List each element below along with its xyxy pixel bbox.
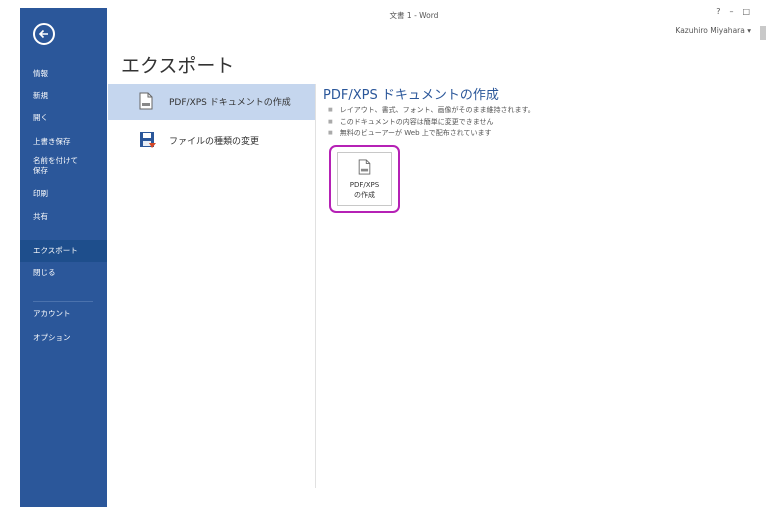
export-option-label: PDF/XPS ドキュメントの作成 bbox=[169, 98, 291, 108]
window-title: 文書 1 - Word bbox=[389, 11, 439, 20]
page-title: エクスポート bbox=[121, 55, 235, 77]
sidebar-item-account[interactable]: アカウント bbox=[20, 304, 107, 324]
sidebar-item-save[interactable]: 上書き保存 bbox=[20, 132, 107, 152]
back-arrow-icon[interactable] bbox=[33, 23, 55, 45]
sidebar-item-save-as[interactable]: 名前を付けて 保存 bbox=[20, 155, 80, 175]
sidebar-item-options[interactable]: オプション bbox=[20, 328, 107, 348]
change-file-type-icon bbox=[139, 131, 157, 153]
backstage-view bbox=[20, 8, 769, 507]
sidebar-item-close[interactable]: 閉じる bbox=[20, 263, 107, 283]
minimize-button[interactable]: – bbox=[729, 7, 742, 16]
maximize-button[interactable]: □ bbox=[742, 7, 759, 16]
create-pdf-xps-button[interactable]: PDF/XPS の作成 bbox=[329, 145, 400, 213]
feature-list: レイアウト、書式、フォント、画像がそのまま維持されます。 このドキュメントの内容… bbox=[328, 105, 535, 140]
user-flag-icon bbox=[760, 26, 766, 40]
panel-title: PDF/XPS ドキュメントの作成 bbox=[323, 88, 499, 103]
list-item: レイアウト、書式、フォント、画像がそのまま維持されます。 bbox=[328, 105, 535, 117]
create-button-label: PDF/XPS bbox=[349, 181, 380, 189]
list-item: 無料のビューアーが Web 上で配布されています bbox=[328, 128, 535, 140]
sidebar-item-print[interactable]: 印刷 bbox=[20, 184, 107, 204]
list-item: このドキュメントの内容は簡単に変更できません bbox=[328, 117, 535, 129]
export-option-change-file-type[interactable]: ファイルの種類の変更 bbox=[108, 123, 315, 159]
sidebar-divider bbox=[33, 301, 93, 302]
sidebar-item-share[interactable]: 共有 bbox=[20, 207, 107, 227]
window-controls: ?–□ bbox=[716, 7, 759, 16]
create-pdf-xps-tile[interactable]: PDF/XPS の作成 bbox=[337, 152, 392, 206]
panel-divider bbox=[315, 84, 316, 488]
export-option-pdf-xps[interactable]: PDF/XPS ドキュメントの作成 bbox=[108, 84, 315, 120]
sidebar-item-info[interactable]: 情報 bbox=[20, 64, 107, 84]
export-option-label: ファイルの種類の変更 bbox=[169, 137, 260, 147]
sidebar-item-new[interactable]: 新規 bbox=[20, 86, 107, 106]
backstage-sidebar: 情報 新規 開く 上書き保存 名前を付けて 保存 印刷 共有 エクスポート 閉じ… bbox=[20, 8, 107, 507]
sidebar-item-open[interactable]: 開く bbox=[20, 108, 107, 128]
help-button[interactable]: ? bbox=[716, 7, 729, 16]
user-account-menu[interactable]: Kazuhiro Miyahara ▾ bbox=[675, 26, 751, 35]
pdf-document-icon bbox=[358, 159, 371, 179]
pdf-document-icon bbox=[139, 92, 153, 114]
create-button-label: の作成 bbox=[354, 191, 375, 199]
sidebar-item-export[interactable]: エクスポート bbox=[20, 240, 107, 262]
